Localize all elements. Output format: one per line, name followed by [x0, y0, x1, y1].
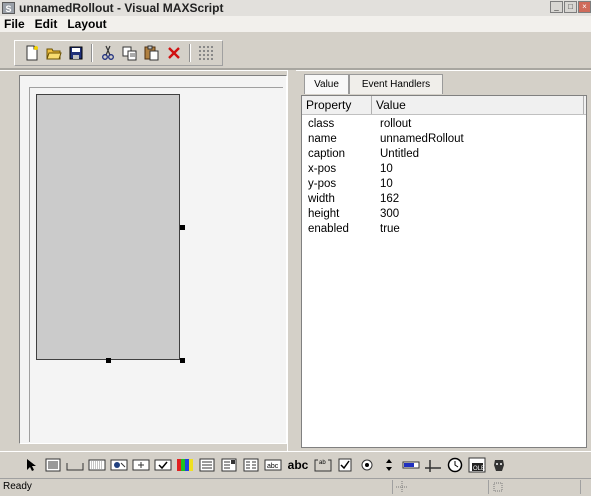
property-row[interactable]: y-pos 10: [302, 178, 586, 193]
status-bar: Ready: [0, 478, 591, 495]
property-name: class: [308, 118, 335, 130]
controls-toolbar: abc abc ab OLE: [0, 451, 591, 478]
status-pane-grip: [580, 480, 591, 494]
property-name: y-pos: [308, 178, 337, 190]
property-value[interactable]: 10: [380, 163, 393, 175]
edittext-icon[interactable]: abc: [262, 455, 284, 475]
slider-icon[interactable]: [422, 455, 444, 475]
title-bar: S unnamedRollout - Visual MAXScript _ □ …: [0, 0, 591, 16]
checkbox-icon[interactable]: [334, 455, 356, 475]
maximize-button[interactable]: □: [564, 1, 577, 13]
header-property[interactable]: Property: [302, 96, 372, 114]
tab-value[interactable]: Value: [304, 74, 349, 94]
property-name: height: [308, 208, 340, 220]
combobox-icon[interactable]: [196, 455, 218, 475]
custom-control-icon[interactable]: [488, 455, 510, 475]
pointer-icon[interactable]: [20, 455, 42, 475]
property-value[interactable]: unnamedRollout: [380, 133, 464, 145]
rollout-preview[interactable]: [36, 94, 180, 360]
tab-event-handlers[interactable]: Event Handlers: [349, 74, 443, 94]
property-name: caption: [308, 148, 346, 160]
dropdownlist-icon[interactable]: [218, 455, 240, 475]
material-button-icon[interactable]: [108, 455, 130, 475]
map-button-icon[interactable]: [86, 455, 108, 475]
svg-text:abc: abc: [267, 463, 279, 470]
save-icon[interactable]: [65, 43, 87, 63]
property-row[interactable]: enabled true: [302, 223, 586, 238]
minimize-button[interactable]: _: [550, 1, 563, 13]
controls-group: abc abc ab OLE: [14, 453, 510, 477]
grid-icon[interactable]: [195, 43, 217, 63]
app-icon: S: [2, 2, 15, 14]
window-controls: _ □ ×: [550, 1, 591, 13]
window-title: unnamedRollout - Visual MAXScript: [19, 1, 224, 15]
colorpicker-icon[interactable]: [174, 455, 196, 475]
toolbar-group: [14, 40, 223, 66]
properties-header: Property Value: [302, 96, 586, 115]
size-icon: [493, 482, 503, 492]
main-toolbar: [0, 34, 591, 68]
close-button[interactable]: ×: [578, 1, 591, 13]
property-row[interactable]: height 300: [302, 208, 586, 223]
properties-grid: Property Value class rollout name unnamedRo…: [301, 95, 587, 448]
property-name: width: [308, 193, 335, 205]
new-icon[interactable]: [21, 43, 43, 63]
properties-panel: Value Event Handlers Property Value clas…: [297, 72, 591, 451]
resize-handle-corner[interactable]: [180, 358, 185, 363]
listbox-icon[interactable]: [240, 455, 262, 475]
menu-bar: File Edit Layout: [0, 16, 591, 32]
property-row[interactable]: x-pos 10: [302, 163, 586, 178]
property-row[interactable]: caption Untitled: [302, 148, 586, 163]
status-pane-size: [488, 480, 580, 494]
paste-icon[interactable]: [141, 43, 163, 63]
groupbox-icon[interactable]: ab: [312, 455, 334, 475]
property-value[interactable]: true: [380, 223, 400, 235]
resize-handle-right[interactable]: [180, 225, 185, 230]
toolbar-separator: [189, 44, 191, 62]
header-value[interactable]: Value: [372, 96, 584, 114]
open-icon[interactable]: [43, 43, 65, 63]
menu-layout[interactable]: Layout: [63, 17, 112, 31]
property-value[interactable]: 10: [380, 178, 393, 190]
cut-icon[interactable]: [97, 43, 119, 63]
property-value[interactable]: Untitled: [380, 148, 419, 160]
panel-splitter[interactable]: [287, 70, 296, 451]
status-pane-position: [392, 480, 488, 494]
spinner-icon[interactable]: [378, 455, 400, 475]
pickbutton-icon[interactable]: [130, 455, 152, 475]
svg-text:OLE: OLE: [473, 466, 485, 472]
property-row[interactable]: width 162: [302, 193, 586, 208]
property-value[interactable]: 162: [380, 193, 399, 205]
button-control-icon[interactable]: [64, 455, 86, 475]
resize-handle-bottom[interactable]: [106, 358, 111, 363]
property-value[interactable]: 300: [380, 208, 399, 220]
property-name: name: [308, 133, 337, 145]
label-icon[interactable]: abc: [284, 455, 312, 475]
radiobutton-icon[interactable]: [356, 455, 378, 475]
checkbutton-icon[interactable]: [152, 455, 174, 475]
activex-icon[interactable]: OLE: [466, 455, 488, 475]
bitmap-icon[interactable]: [42, 455, 64, 475]
property-name: enabled: [308, 223, 349, 235]
copy-icon[interactable]: [119, 43, 141, 63]
progressbar-icon[interactable]: [400, 455, 422, 475]
menu-edit[interactable]: Edit: [31, 17, 64, 31]
property-row[interactable]: class rollout: [302, 118, 586, 133]
property-value[interactable]: rollout: [380, 118, 411, 130]
property-row[interactable]: name unnamedRollout: [302, 133, 586, 148]
svg-text:ab: ab: [319, 460, 326, 466]
property-name: x-pos: [308, 163, 337, 175]
status-text: Ready: [3, 481, 32, 492]
timer-icon[interactable]: [444, 455, 466, 475]
delete-icon[interactable]: [163, 43, 185, 63]
toolbar-separator: [91, 44, 93, 62]
menu-file[interactable]: File: [0, 17, 31, 31]
position-icon: [396, 481, 408, 493]
